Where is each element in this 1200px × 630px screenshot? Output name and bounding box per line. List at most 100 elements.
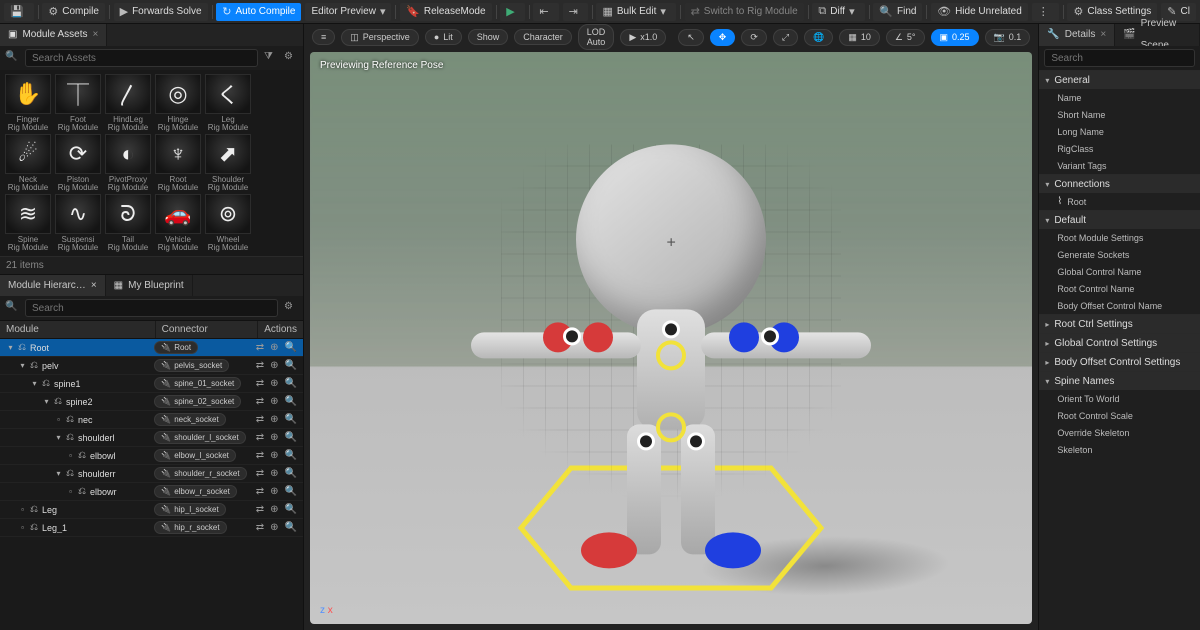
character-button[interactable]: Character [514, 29, 572, 45]
search-icon[interactable]: 🔍 [285, 504, 297, 515]
hierarchy-search-input[interactable] [25, 299, 278, 317]
swap-icon[interactable]: ⇄ [256, 450, 264, 461]
foot-right-joint[interactable] [705, 532, 761, 568]
foot-left-joint[interactable] [581, 532, 637, 568]
add-icon[interactable]: ⊕ [270, 486, 278, 497]
details-search-input[interactable] [1044, 49, 1195, 67]
details-group-header[interactable]: ▸Global Control Settings [1039, 334, 1200, 352]
world-local-toggle[interactable]: 🌐 [804, 29, 833, 46]
show-button[interactable]: Show [468, 29, 509, 45]
close-icon[interactable]: × [93, 24, 99, 46]
module-table-body[interactable]: ▾⎌Root🔌Root⇄⊕🔍▾⎌pelv🔌pelvis_socket⇄⊕🔍▾⎌s… [0, 339, 303, 630]
asset-piston[interactable]: ⟳PistonRig Module [54, 134, 102, 192]
add-icon[interactable]: ⊕ [270, 450, 278, 461]
asset-suspensi[interactable]: ∿SuspensiRig Module [54, 194, 102, 252]
forwards-solve-button[interactable]: ▶Forwards Solve [114, 3, 208, 21]
search-icon[interactable]: 🔍 [285, 486, 297, 497]
elbow-right-joint[interactable] [729, 322, 759, 352]
rotate-tool[interactable]: ⟳ [741, 29, 767, 46]
asset-finger[interactable]: ✋FingerRig Module [4, 74, 52, 132]
preview-scene-tab[interactable]: 🎬Preview Scene… [1115, 24, 1200, 46]
connector-pill[interactable]: 🔌spine_02_socket [154, 395, 241, 408]
asset-pivotproxy[interactable]: ◐PivotProxyRig Module [104, 134, 152, 192]
scale-tool[interactable]: ⤢ [773, 29, 798, 46]
details-item[interactable]: Generate Sockets [1039, 246, 1200, 263]
search-icon[interactable]: 🔍 [285, 468, 297, 479]
search-icon[interactable]: 🔍 [285, 432, 297, 443]
details-item[interactable]: ⌇Root [1039, 193, 1200, 210]
swap-icon[interactable]: ⇄ [256, 432, 264, 443]
connector-pill[interactable]: 🔌shoulder_r_socket [154, 467, 246, 480]
gear-icon[interactable]: ⚙ [284, 301, 298, 315]
module-row-root[interactable]: ▾⎌Root🔌Root⇄⊕🔍 [0, 339, 303, 357]
elbow-left-joint[interactable] [583, 322, 613, 352]
module-row-elbowl[interactable]: ▫⎌elbowl🔌elbow_l_socket⇄⊕🔍 [0, 447, 303, 465]
add-icon[interactable]: ⊕ [270, 432, 278, 443]
toolbar-overflow[interactable]: ⋮ [1032, 3, 1059, 21]
hide-unrelated-button[interactable]: 👁Hide Unrelated [931, 3, 1028, 21]
details-item[interactable]: Skeleton [1039, 441, 1200, 458]
twisty-icon[interactable]: ▫ [66, 487, 75, 496]
lod-button[interactable]: LOD Auto [578, 24, 615, 50]
add-icon[interactable]: ⊕ [270, 378, 278, 389]
gear-icon[interactable]: ⚙ [284, 51, 298, 65]
details-item[interactable]: Body Offset Control Name [1039, 297, 1200, 314]
twisty-icon[interactable]: ▾ [30, 379, 39, 388]
module-row-spine1[interactable]: ▾⎌spine1🔌spine_01_socket⇄⊕🔍 [0, 375, 303, 393]
asset-tail[interactable]: ᘐTailRig Module [104, 194, 152, 252]
asset-vehicle[interactable]: 🚗VehicleRig Module [154, 194, 202, 252]
search-icon[interactable]: 🔍 [285, 342, 297, 353]
asset-hindleg[interactable]: 〳HindLegRig Module [104, 74, 152, 132]
step-fwd-button[interactable]: ⇥ [563, 3, 588, 21]
viewport-menu-button[interactable]: ≡ [312, 29, 335, 45]
asset-search-input[interactable] [25, 49, 258, 67]
details-group-header[interactable]: ▸Body Offset Control Settings [1039, 353, 1200, 371]
swap-icon[interactable]: ⇄ [256, 522, 264, 533]
grid-snap[interactable]: ▦10 [839, 29, 880, 46]
search-icon[interactable]: 🔍 [285, 360, 297, 371]
details-group-header[interactable]: ▾Spine Names [1039, 372, 1200, 390]
asset-spine[interactable]: ≋SpineRig Module [4, 194, 52, 252]
camera-speed[interactable]: 📷0.1 [985, 29, 1031, 46]
search-icon[interactable]: 🔍 [285, 378, 297, 389]
lit-button[interactable]: ●Lit [425, 29, 462, 45]
spine-lower-joint[interactable] [656, 412, 686, 442]
details-group-header[interactable]: ▾Connections [1039, 175, 1200, 193]
twisty-icon[interactable]: ▾ [18, 361, 27, 370]
play-button[interactable]: ▶ [500, 3, 524, 21]
viewport-canvas[interactable]: Previewing Reference Pose + [310, 52, 1032, 624]
add-icon[interactable]: ⊕ [270, 522, 278, 533]
details-item[interactable]: Root Module Settings [1039, 229, 1200, 246]
module-assets-tab[interactable]: ▣ Module Assets × [0, 24, 107, 46]
connector-pill[interactable]: 🔌elbow_l_socket [154, 449, 236, 462]
save-button[interactable]: 💾 [4, 3, 34, 21]
module-row-elbowr[interactable]: ▫⎌elbowr🔌elbow_r_socket⇄⊕🔍 [0, 483, 303, 501]
swap-icon[interactable]: ⇄ [256, 360, 264, 371]
hip-right-ring[interactable] [687, 432, 705, 450]
connector-pill[interactable]: 🔌neck_socket [154, 413, 225, 426]
twisty-icon[interactable]: ▫ [66, 451, 75, 460]
twisty-icon[interactable]: ▫ [54, 415, 63, 424]
switch-rig-button[interactable]: ⇄Switch to Rig Module [685, 3, 804, 21]
connector-pill[interactable]: 🔌hip_l_socket [154, 503, 225, 516]
filter-icon[interactable]: ⧩ [264, 51, 278, 65]
module-row-leg[interactable]: ▫⎌Leg🔌hip_l_socket⇄⊕🔍 [0, 501, 303, 519]
twisty-icon[interactable]: ▾ [54, 433, 63, 442]
details-group-header[interactable]: ▸Root Ctrl Settings [1039, 315, 1200, 333]
add-icon[interactable]: ⊕ [270, 360, 278, 371]
details-item[interactable]: Root Control Name [1039, 280, 1200, 297]
close-icon[interactable]: × [1100, 24, 1106, 46]
details-item[interactable]: Orient To World [1039, 390, 1200, 407]
twisty-icon[interactable]: ▾ [6, 343, 15, 352]
asset-leg[interactable]: くLegRig Module [204, 74, 252, 132]
hip-left-ring[interactable] [637, 432, 655, 450]
release-mode-button[interactable]: 🔖ReleaseMode [400, 3, 491, 21]
module-row-shoulderr[interactable]: ▾⎌shoulderr🔌shoulder_r_socket⇄⊕🔍 [0, 465, 303, 483]
connector-pill[interactable]: 🔌hip_r_socket [154, 521, 226, 534]
module-row-pelv[interactable]: ▾⎌pelv🔌pelvis_socket⇄⊕🔍 [0, 357, 303, 375]
module-row-spine2[interactable]: ▾⎌spine2🔌spine_02_socket⇄⊕🔍 [0, 393, 303, 411]
twisty-icon[interactable]: ▫ [18, 523, 27, 532]
select-tool[interactable]: ↖ [678, 29, 704, 46]
search-icon[interactable]: 🔍 [285, 450, 297, 461]
module-row-nec[interactable]: ▫⎌nec🔌neck_socket⇄⊕🔍 [0, 411, 303, 429]
